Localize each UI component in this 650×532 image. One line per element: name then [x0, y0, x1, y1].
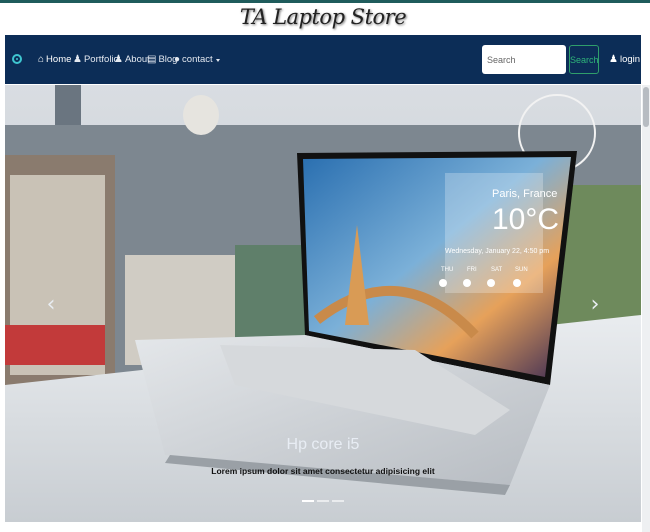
book-icon: ▤: [147, 54, 157, 65]
weather-cloud-icon: [487, 279, 495, 287]
nav-contact-dropdown[interactable]: ● contact: [174, 52, 220, 68]
nav-home[interactable]: ⌂ Home: [38, 52, 71, 68]
slide-caption-title: Hp core i5: [286, 436, 360, 453]
nav-blog[interactable]: ▤ Blog: [147, 52, 177, 68]
screen-date: Wednesday, January 22, 4:50 pm: [445, 248, 549, 255]
home-icon: ⌂: [38, 54, 45, 65]
weather-cloud-icon: [463, 279, 471, 287]
main-navbar: ⌂ Home ♟ Portfolio ♟ About ▤ Blog ● cont…: [5, 35, 641, 84]
logo-icon[interactable]: [12, 54, 22, 64]
screen-city: Paris, France: [492, 188, 557, 200]
weather-cloud-icon: [439, 279, 447, 287]
carousel-indicator-3[interactable]: [332, 500, 344, 502]
screen-day-2: FRI: [467, 267, 477, 273]
carousel-next-button[interactable]: ›: [585, 285, 605, 325]
store-brand-title: TA Laptop Store: [239, 5, 407, 29]
vertical-scrollbar[interactable]: [642, 85, 650, 532]
chevron-down-icon: [215, 58, 220, 62]
hero-carousel: Paris, France 10°C Wednesday, January 22…: [5, 85, 641, 522]
nav-contact-label: contact: [182, 54, 213, 65]
nav-home-label: Home: [46, 54, 72, 65]
person-icon: ♟: [73, 54, 82, 65]
screen-day-3: SAT: [491, 267, 503, 273]
weather-rain-icon: [513, 279, 521, 287]
screen-day-4: SUN: [515, 267, 528, 273]
search-button[interactable]: Search: [569, 45, 599, 74]
laptop-slide-image: Paris, France 10°C Wednesday, January 22…: [5, 85, 641, 522]
login-link[interactable]: ♟ login: [609, 52, 640, 68]
screen-temperature: 10°C: [492, 203, 559, 236]
scrollbar-thumb[interactable]: [643, 87, 649, 127]
user-icon: ♟: [609, 54, 618, 65]
person-icon: ♟: [114, 54, 123, 65]
carousel-indicator-1[interactable]: [302, 500, 314, 502]
carousel-indicator-2[interactable]: [317, 500, 329, 502]
slide-caption-text: Lorem ipsum dolor sit amet consectetur a…: [211, 466, 435, 476]
screen-day-1: THU: [441, 267, 453, 273]
search-input[interactable]: [482, 45, 566, 74]
login-label: login: [619, 54, 641, 65]
carousel-indicators: [302, 500, 344, 502]
nav-about[interactable]: ♟ About: [114, 52, 150, 68]
nav-portfolio[interactable]: ♟ Portfolio: [73, 52, 119, 68]
carousel-prev-button[interactable]: ‹: [41, 285, 61, 325]
chat-icon: ●: [174, 54, 181, 65]
